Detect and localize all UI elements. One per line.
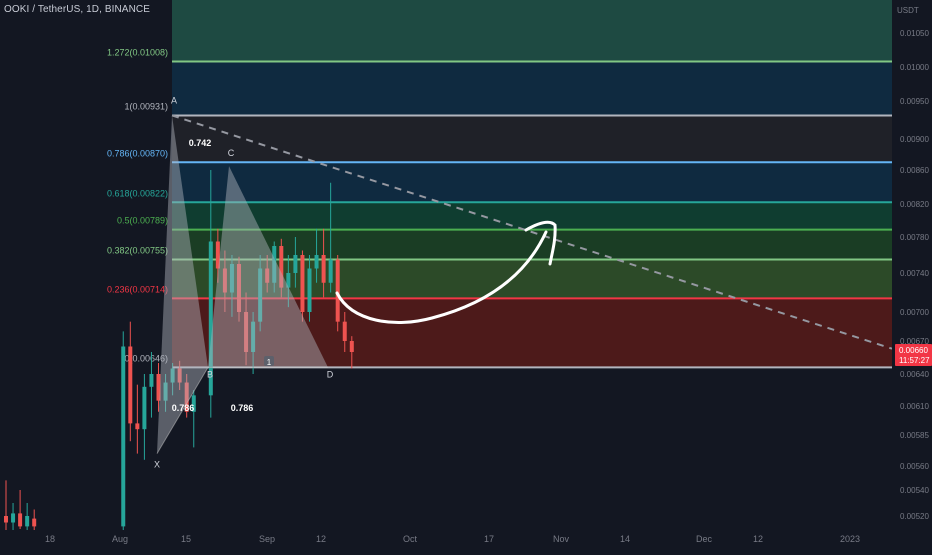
symbol-title: OOKI / TetherUS, 1D, BINANCE xyxy=(4,4,150,15)
price-chart[interactable]: 1.272(0.01008) 1(0.00931) 0.786(0.00870) 0.… xyxy=(0,0,932,550)
x-axis-tick-label: 12 xyxy=(753,534,763,544)
y-axis-tick-label: 0.00520 xyxy=(900,512,929,521)
candle-body xyxy=(314,255,319,269)
fib-zone xyxy=(172,115,892,163)
flag-marker-label: 1 xyxy=(267,358,272,367)
candle-body xyxy=(300,255,305,312)
last-price-value: 0.00660 xyxy=(899,346,928,355)
y-axis-tick-label: 0.00860 xyxy=(900,166,929,175)
candle-body xyxy=(149,374,154,387)
fib-zone xyxy=(172,61,892,116)
x-axis-tick-label: Aug xyxy=(112,534,128,544)
pattern-point-b: B xyxy=(207,369,213,379)
y-axis-tick-label: 0.00560 xyxy=(900,462,929,471)
candle-body xyxy=(321,255,326,283)
candle-body xyxy=(349,341,354,352)
y-axis-tick-label: 0.00585 xyxy=(900,431,929,440)
pattern-ratio-label: 0.742 xyxy=(189,138,212,148)
candle-body xyxy=(11,513,16,523)
y-axis-tick-label: 0.00780 xyxy=(900,233,929,242)
y-axis-tick-label: 0.00540 xyxy=(900,486,929,495)
y-axis-tick-label: 0.00640 xyxy=(900,370,929,379)
candle-body xyxy=(307,268,312,312)
x-axis-tick-label: 15 xyxy=(181,534,191,544)
fib-level-label: 0.618(0.00822) xyxy=(107,188,168,198)
pattern-point-c: C xyxy=(228,148,235,158)
y-axis-tick-label: 0.00700 xyxy=(900,308,929,317)
candle-body xyxy=(4,516,8,523)
fib-level-label: 1.272(0.01008) xyxy=(107,48,168,58)
y-axis-unit-label: USDT xyxy=(897,6,919,15)
last-price-countdown: 11:57:27 xyxy=(899,356,930,365)
y-axis-tick-label: 0.00950 xyxy=(900,97,929,106)
pattern-point-x: X xyxy=(154,460,160,470)
symbol-title-text: OOKI / TetherUS, 1D, BINANCE xyxy=(4,4,150,15)
pattern-ratio-label: 0.786 xyxy=(231,403,254,413)
candle-body xyxy=(335,259,340,322)
x-axis[interactable]: 18 Aug 15 Sep 12 Oct 17 Nov 14 Dec 12 2023 xyxy=(0,530,932,550)
x-axis-tick-label: Oct xyxy=(403,534,418,544)
candle-body xyxy=(25,516,30,527)
x-axis-tick-label: 17 xyxy=(484,534,494,544)
x-axis-tick-label: Nov xyxy=(553,534,570,544)
x-axis-tick-label: 14 xyxy=(620,534,630,544)
y-axis-tick-label: 0.00610 xyxy=(900,402,929,411)
candle-body xyxy=(328,259,333,283)
x-axis-background xyxy=(0,530,932,550)
fib-level-label: 0.786(0.00870) xyxy=(107,148,168,158)
candle-body xyxy=(342,321,347,341)
x-axis-tick-label: 2023 xyxy=(840,534,860,544)
x-axis-tick-label: 18 xyxy=(45,534,55,544)
pattern-ratio-label: 0.786 xyxy=(172,403,195,413)
candle-body xyxy=(121,346,126,527)
fib-zone xyxy=(172,162,892,203)
y-axis[interactable]: USDT 0.01050 0.01000 0.00950 0.00900 0.00860 0… xyxy=(892,0,932,550)
candle-body xyxy=(135,423,140,430)
x-axis-tick-label: Sep xyxy=(259,534,275,544)
y-axis-tick-label: 0.00900 xyxy=(900,135,929,144)
pattern-point-d: D xyxy=(327,369,334,379)
fib-level-label: 0.236(0.00714) xyxy=(107,284,168,294)
y-axis-tick-label: 0.01000 xyxy=(900,63,929,72)
candle-body xyxy=(142,386,147,430)
candle-body xyxy=(128,346,133,424)
x-axis-tick-label: Dec xyxy=(696,534,713,544)
y-axis-tick-label: 0.01050 xyxy=(900,29,929,38)
pattern-point-a: A xyxy=(171,95,177,105)
candle-body xyxy=(32,518,37,527)
y-axis-tick-label: 0.00820 xyxy=(900,200,929,209)
fib-level-label: 1(0.00931) xyxy=(124,101,168,111)
chart-root: 1.272(0.01008) 1(0.00931) 0.786(0.00870) 0.… xyxy=(0,0,932,550)
x-axis-tick-label: 12 xyxy=(316,534,326,544)
fib-level-label: 0.5(0.00789) xyxy=(117,216,168,226)
fib-zone xyxy=(172,0,892,62)
fib-level-label: 0.382(0.00755) xyxy=(107,246,168,256)
candle-body xyxy=(18,513,23,527)
y-axis-tick-label: 0.00740 xyxy=(900,269,929,278)
candle-body xyxy=(293,255,298,273)
